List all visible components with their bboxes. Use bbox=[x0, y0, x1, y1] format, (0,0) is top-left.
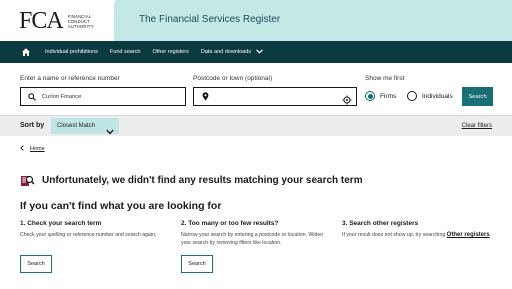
help-column-title: 3. Search other registers bbox=[342, 220, 419, 227]
clear-filters-link[interactable]: Clear filters bbox=[462, 123, 492, 129]
breadcrumb-home-link[interactable]: Home bbox=[30, 146, 45, 152]
radio-individuals-label: Individuals bbox=[422, 92, 453, 100]
help-heading: If you can't find what you are looking f… bbox=[20, 200, 222, 212]
other-registers-link[interactable]: Other registers bbox=[447, 232, 490, 238]
no-results-message: Unfortunately, we didn't find any result… bbox=[20, 173, 363, 187]
breadcrumb: Home bbox=[20, 145, 45, 153]
no-results-text: Unfortunately, we didn't find any result… bbox=[42, 174, 363, 186]
radio-individuals[interactable]: Individuals bbox=[407, 91, 453, 101]
nav-label: Fund search bbox=[109, 49, 141, 55]
help-column-title: 1. Check your search term bbox=[20, 220, 102, 227]
help-column-result-count: 2. Too many or too few results? Narrow y… bbox=[181, 220, 331, 247]
no-results-icon bbox=[20, 173, 35, 187]
nav-fund-search[interactable]: Fund search bbox=[110, 49, 141, 55]
radio-firms-label: Firms bbox=[380, 92, 397, 100]
search-panel: Enter a name or reference number Curlon … bbox=[0, 63, 512, 116]
search-icon bbox=[26, 92, 38, 101]
chevron-left-icon bbox=[20, 145, 24, 153]
sort-select-value: Closest Match bbox=[57, 123, 96, 129]
search-button-column-1[interactable]: Search bbox=[20, 255, 52, 273]
radio-button-checked[interactable] bbox=[365, 91, 375, 101]
postcode-field-label: Postcode or town (optional) bbox=[193, 75, 273, 82]
radio-dot bbox=[367, 93, 373, 99]
fca-logo[interactable]: FCA FINANCIAL CONDUCT AUTHORITY bbox=[19, 8, 108, 34]
help-column-text-before: If your result does not show up, try sea… bbox=[342, 232, 447, 238]
logo-text: FINANCIAL CONDUCT AUTHORITY bbox=[68, 14, 108, 29]
home-icon[interactable] bbox=[19, 45, 33, 59]
main-nav: Individual prohibitions Fund search Othe… bbox=[0, 41, 512, 63]
nav-label: Individual prohibitions bbox=[45, 49, 98, 55]
nav-label: Other registers bbox=[152, 49, 189, 55]
help-column-text: Narrow your search by entering a postcod… bbox=[181, 232, 324, 246]
help-column-check-term: 1. Check your search term Check your spe… bbox=[20, 220, 170, 240]
help-column-text: If your result does not show up, try sea… bbox=[342, 232, 492, 240]
help-column-other-registers: 3. Search other registers If your result… bbox=[342, 220, 492, 240]
sort-label: Sort by bbox=[20, 122, 45, 129]
chevron-down-icon bbox=[256, 48, 263, 56]
nav-label: Data and downloads bbox=[200, 49, 252, 55]
site-header: FCA FINANCIAL CONDUCT AUTHORITY The Fina… bbox=[0, 0, 512, 41]
help-column-text: Check your spelling or reference number … bbox=[20, 232, 157, 238]
register-title[interactable]: The Financial Services Register bbox=[139, 14, 280, 25]
crosshair-icon[interactable] bbox=[342, 92, 352, 105]
search-button[interactable]: Search bbox=[462, 87, 493, 106]
name-search-value: Curlon Finance bbox=[42, 93, 82, 100]
help-column-title: 2. Too many or too few results? bbox=[181, 220, 279, 227]
chevron-down-icon bbox=[106, 122, 114, 140]
help-column-text-after: . bbox=[489, 232, 492, 238]
logo-mark: FCA bbox=[19, 8, 64, 34]
sort-select[interactable]: Closest Match bbox=[51, 118, 119, 135]
map-pin-icon bbox=[199, 92, 211, 101]
search-button-column-2[interactable]: Search bbox=[181, 255, 213, 273]
radio-firms[interactable]: Firms bbox=[365, 91, 396, 101]
show-me-first-label: Show me first bbox=[365, 75, 405, 82]
sort-bar: Sort by Closest Match Clear filters bbox=[0, 116, 512, 136]
name-search-input[interactable]: Curlon Finance bbox=[20, 87, 186, 106]
postcode-input[interactable] bbox=[193, 87, 357, 106]
nav-other-registers[interactable]: Other registers bbox=[152, 49, 188, 55]
radio-button-unchecked[interactable] bbox=[407, 91, 417, 101]
nav-data-and-downloads[interactable]: Data and downloads bbox=[200, 48, 263, 56]
logo-line: AUTHORITY bbox=[67, 23, 94, 29]
nav-individual-prohibitions[interactable]: Individual prohibitions bbox=[45, 49, 98, 55]
name-field-label: Enter a name or reference number bbox=[20, 75, 120, 82]
